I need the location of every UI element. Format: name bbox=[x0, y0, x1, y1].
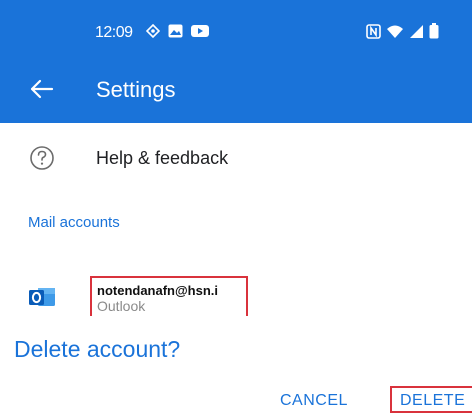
wifi-icon bbox=[387, 25, 403, 38]
location-icon bbox=[146, 24, 160, 38]
account-type: Outlook bbox=[97, 298, 146, 314]
app-bar: 12:09 Settings bbox=[0, 0, 472, 123]
dialog-title: Delete account? bbox=[14, 336, 181, 362]
mail-accounts-section-label: Mail accounts bbox=[28, 214, 120, 231]
outlook-icon bbox=[29, 288, 55, 306]
help-feedback-label: Help & feedback bbox=[96, 148, 229, 168]
page-title: Settings bbox=[96, 77, 176, 102]
delete-account-dialog: Delete account? CANCEL DELETE bbox=[0, 318, 472, 413]
help-feedback-row[interactable]: Help & feedback bbox=[0, 138, 472, 180]
help-icon bbox=[30, 146, 54, 170]
account-info: notendanafn@hsn.i Outlook bbox=[90, 276, 248, 316]
cancel-button[interactable]: CANCEL bbox=[280, 392, 348, 410]
status-right-icons bbox=[366, 23, 439, 39]
battery-icon bbox=[429, 23, 439, 39]
account-email: notendanafn@hsn.i bbox=[97, 283, 219, 298]
delete-button[interactable]: DELETE bbox=[390, 386, 472, 413]
back-arrow-icon[interactable] bbox=[28, 76, 54, 102]
nfc-icon bbox=[366, 23, 381, 39]
account-row[interactable]: notendanafn@hsn.i Outlook bbox=[0, 274, 472, 318]
status-left-icons bbox=[146, 24, 209, 38]
youtube-icon bbox=[191, 25, 209, 37]
image-icon bbox=[168, 24, 183, 38]
status-time: 12:09 bbox=[95, 24, 133, 41]
signal-icon bbox=[410, 24, 423, 38]
